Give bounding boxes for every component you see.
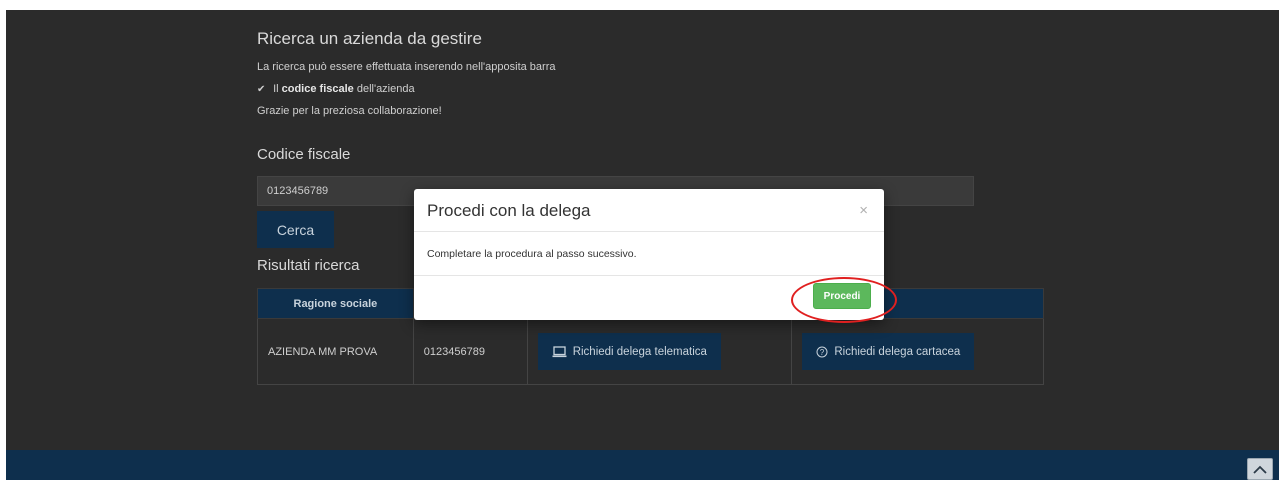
modal-header: Procedi con la delega ×	[414, 189, 884, 232]
criteria-item: ✔ Il codice fiscale dell'azienda	[257, 83, 415, 95]
page-title: Ricerca un azienda da gestire	[257, 29, 482, 48]
svg-text:?: ?	[820, 347, 825, 356]
laptop-icon	[552, 345, 567, 357]
header-ragione-sociale: Ragione sociale	[257, 288, 414, 319]
criteria-bold: codice fiscale	[281, 83, 354, 95]
instruction-text: La ricerca può essere effettuata inseren…	[257, 61, 556, 73]
check-icon: ✔	[257, 84, 266, 95]
highlight-annotation-circle	[791, 277, 897, 323]
criteria-prefix: Il	[273, 83, 279, 95]
modal-body: Completare la procedura al passo sucessi…	[414, 232, 884, 276]
cell-delega-cartacea: ? Richiedi delega cartacea	[791, 318, 1044, 385]
criteria-suffix: dell'azienda	[356, 83, 415, 95]
chevron-up-icon	[1253, 465, 1267, 474]
cell-codice-fiscale: 0123456789	[412, 318, 528, 385]
modal-title: Procedi con la delega	[427, 201, 591, 220]
cerca-button[interactable]: Cerca	[257, 211, 334, 248]
richiedi-delega-cartacea-button[interactable]: ? Richiedi delega cartacea	[802, 333, 975, 370]
close-icon[interactable]: ×	[859, 202, 868, 219]
richiedi-delega-telematica-button[interactable]: Richiedi delega telematica	[537, 333, 721, 370]
results-label: Risultati ricerca	[257, 257, 360, 274]
footer-bar	[6, 450, 1279, 480]
telematica-label: Richiedi delega telematica	[572, 345, 707, 358]
modal-message: Completare la procedura al passo sucessi…	[427, 248, 637, 260]
codice-fiscale-label: Codice fiscale	[257, 146, 351, 163]
question-circle-icon: ?	[816, 346, 828, 357]
cartacea-label: Richiedi delega cartacea	[834, 345, 961, 358]
cell-ragione-sociale: AZIENDA MM PROVA	[257, 318, 414, 385]
cell-delega-telematica: Richiedi delega telematica	[526, 318, 793, 385]
scroll-to-top-button[interactable]	[1247, 458, 1273, 480]
thanks-text: Grazie per la preziosa collaborazione!	[257, 105, 442, 117]
table-row: AZIENDA MM PROVA 0123456789 Richiedi del…	[257, 318, 1044, 385]
